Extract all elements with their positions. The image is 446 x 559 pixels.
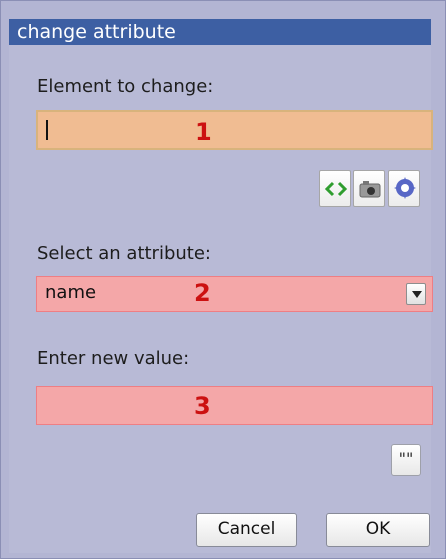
element-input[interactable]: 1 [36, 110, 433, 150]
title-bar[interactable]: change attribute [9, 19, 431, 45]
element-label: Element to change: [37, 76, 214, 97]
camera-button[interactable] [353, 170, 385, 207]
code-brackets-icon [324, 181, 348, 197]
attribute-label: Select an attribute: [37, 243, 211, 264]
new-value-label: Enter new value: [37, 348, 190, 369]
settings-button[interactable] [388, 170, 420, 207]
camera-icon [359, 181, 381, 198]
new-value-input[interactable]: 3 [36, 386, 433, 425]
dropdown-button[interactable] [406, 283, 426, 305]
gear-icon [394, 177, 416, 199]
text-caret [46, 120, 48, 140]
marker-2: 2 [194, 279, 211, 307]
marker-3: 3 [194, 392, 211, 420]
marker-1: 1 [195, 118, 212, 146]
dialog-title: change attribute [17, 21, 176, 43]
ok-button[interactable]: OK [326, 513, 430, 547]
code-button[interactable] [319, 170, 351, 207]
change-attribute-dialog: change attribute Element to change: 1 Se… [0, 0, 446, 559]
attribute-selected-value: name [45, 282, 97, 303]
attribute-select[interactable]: name 2 [36, 276, 433, 312]
quote-button[interactable]: "" [391, 444, 421, 476]
cancel-button[interactable]: Cancel [196, 513, 297, 547]
chevron-down-icon [412, 291, 422, 298]
